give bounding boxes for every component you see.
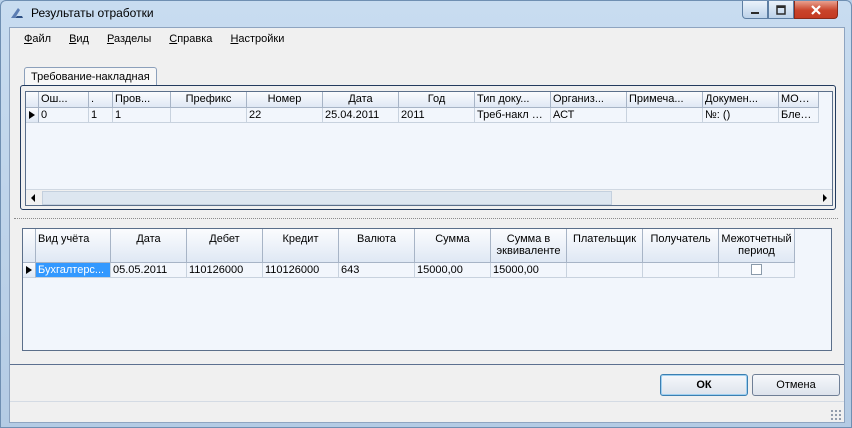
column-header[interactable]: Ош... — [39, 92, 89, 108]
menu-help-label: правка — [177, 33, 213, 45]
table-cell[interactable]: 643 — [339, 263, 415, 278]
maximize-icon — [776, 4, 786, 15]
menu-view[interactable]: Вид — [69, 33, 89, 45]
column-header[interactable]: МОЛ - о — [779, 92, 819, 108]
table-row[interactable]: 0 1 1 22 25.04.2011 2011 Треб-накл ОС АС… — [26, 108, 819, 123]
column-header[interactable]: Вид учёта — [36, 229, 111, 263]
column-header[interactable]: Дата — [323, 92, 399, 108]
table-cell[interactable] — [171, 108, 247, 123]
table-cell[interactable]: №: () — [703, 108, 779, 123]
maximize-button[interactable] — [768, 1, 794, 19]
current-row-arrow-icon — [29, 111, 35, 119]
menu-bar: Файл Вид Разделы Справка Настройки — [10, 28, 844, 50]
column-header[interactable]: Пров... — [113, 92, 171, 108]
column-header[interactable]: Получатель — [643, 229, 719, 263]
splitter[interactable] — [14, 218, 838, 219]
column-header[interactable]: Год — [399, 92, 475, 108]
column-header[interactable]: . — [89, 92, 113, 108]
menu-sections-mnemonic: Р — [106, 33, 114, 45]
table-cell[interactable] — [719, 263, 795, 278]
cancel-button[interactable]: Отмена — [752, 374, 840, 396]
entries-grid-header: Вид учёта Дата Дебет Кредит Валюта Сумма… — [23, 229, 795, 263]
dialog-window: Результаты отработки Файл Вид Разделы Сп… — [0, 0, 852, 428]
table-cell[interactable]: Треб-накл ОС — [475, 108, 551, 123]
entries-grid[interactable]: Вид учёта Дата Дебет Кредит Валюта Сумма… — [22, 228, 832, 351]
title-bar[interactable]: Результаты отработки — [1, 1, 851, 25]
table-cell[interactable]: АСТ — [551, 108, 627, 123]
column-header[interactable]: Примеча... — [627, 92, 703, 108]
menu-sections[interactable]: Разделы — [107, 33, 151, 45]
table-cell[interactable]: 2011 — [399, 108, 475, 123]
scrollbar-thumb[interactable] — [42, 191, 612, 205]
tab-panel: Ош... . Пров... Префикс Номер Дата Год Т… — [20, 85, 836, 210]
app-icon — [11, 8, 23, 18]
menu-settings[interactable]: Настройки — [230, 33, 284, 45]
horizontal-scrollbar[interactable] — [26, 189, 832, 205]
documents-grid[interactable]: Ош... . Пров... Префикс Номер Дата Год Т… — [25, 91, 833, 206]
table-cell[interactable]: 05.05.2011 — [111, 263, 187, 278]
tab-waybill[interactable]: Требование-накладная — [24, 67, 157, 86]
window-title: Результаты отработки — [31, 6, 154, 20]
column-header[interactable]: Организ... — [551, 92, 627, 108]
row-indicator-header — [23, 229, 36, 263]
row-indicator — [26, 108, 39, 123]
row-indicator-header — [26, 92, 39, 108]
row-indicator — [23, 263, 36, 278]
table-cell[interactable]: 25.04.2011 — [323, 108, 399, 123]
table-row[interactable]: Бухгалтерс... 05.05.2011 110126000 11012… — [23, 263, 795, 278]
separator — [10, 364, 844, 365]
documents-grid-header: Ош... . Пров... Префикс Номер Дата Год Т… — [26, 92, 819, 108]
ok-button[interactable]: ОК — [660, 374, 748, 396]
table-cell[interactable]: 0 — [39, 108, 89, 123]
column-header[interactable]: Тип доку... — [475, 92, 551, 108]
column-header[interactable]: Дебет — [187, 229, 263, 263]
menu-file-label: айл — [32, 33, 52, 45]
column-header[interactable]: Префикс — [171, 92, 247, 108]
column-header[interactable]: Дата — [111, 229, 187, 263]
column-header[interactable]: Кредит — [263, 229, 339, 263]
resize-grip-icon[interactable] — [830, 409, 842, 421]
dialog-client-area: Файл Вид Разделы Справка Настройки Требо… — [9, 27, 845, 423]
scroll-left-icon[interactable] — [31, 194, 35, 202]
menu-view-label: ид — [76, 33, 89, 45]
column-header[interactable]: Плательщик — [567, 229, 643, 263]
status-bar — [10, 401, 844, 423]
table-cell[interactable] — [567, 263, 643, 278]
current-row-arrow-icon — [26, 266, 32, 274]
table-cell-selected[interactable]: Бухгалтерс... — [36, 263, 111, 278]
minimize-icon — [751, 11, 759, 14]
scroll-right-icon[interactable] — [823, 194, 827, 202]
column-header[interactable]: Валюта — [339, 229, 415, 263]
tab-waybill-label: Требование-накладная — [31, 71, 150, 83]
table-cell[interactable] — [643, 263, 719, 278]
table-cell[interactable] — [627, 108, 703, 123]
menu-help[interactable]: Справка — [169, 33, 212, 45]
minimize-button[interactable] — [742, 1, 768, 19]
menu-file[interactable]: Файл — [24, 33, 51, 45]
table-cell[interactable]: 15000,00 — [415, 263, 491, 278]
close-button[interactable] — [794, 1, 838, 19]
menu-settings-label: астройки — [238, 33, 285, 45]
column-header[interactable]: Сумма — [415, 229, 491, 263]
column-header[interactable]: Межотчетный период — [719, 229, 795, 263]
table-cell[interactable]: 15000,00 — [491, 263, 567, 278]
menu-sections-label: азделы — [113, 33, 152, 45]
table-cell[interactable]: 110126000 — [263, 263, 339, 278]
table-cell[interactable]: 110126000 — [187, 263, 263, 278]
interim-period-checkbox[interactable] — [751, 264, 762, 275]
table-cell[interactable]: 1 — [113, 108, 171, 123]
column-header[interactable]: Сумма в эквиваленте — [491, 229, 567, 263]
table-cell[interactable]: Бледны — [779, 108, 819, 123]
table-cell[interactable]: 1 — [89, 108, 113, 123]
close-icon — [811, 4, 821, 15]
column-header[interactable]: Номер — [247, 92, 323, 108]
table-cell[interactable]: 22 — [247, 108, 323, 123]
column-header[interactable]: Докумен... — [703, 92, 779, 108]
